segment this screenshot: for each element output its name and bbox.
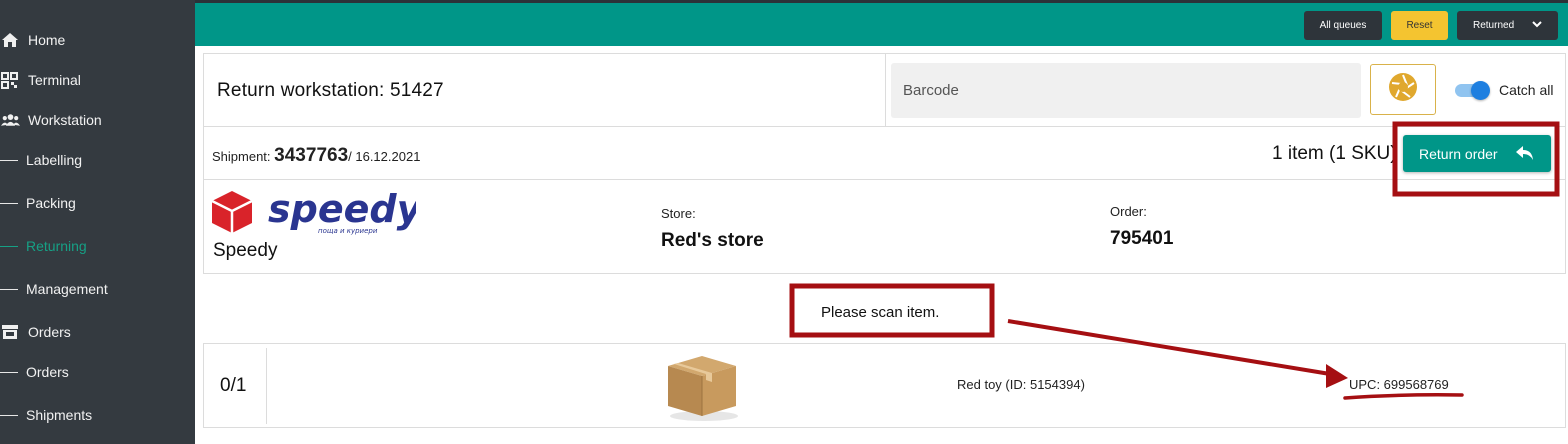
item-quantity: 0/1 <box>220 375 247 396</box>
queue-select[interactable]: Returned <box>1457 11 1558 40</box>
store-value: Red's store <box>661 230 764 251</box>
return-order-button[interactable]: Return order <box>1403 135 1551 172</box>
scan-message: Please scan item. <box>821 304 940 321</box>
reset-button[interactable]: Reset <box>1391 11 1448 40</box>
speedy-box-icon <box>211 191 253 233</box>
sidebar-item-label: Returning <box>26 238 87 254</box>
shipment-line: Shipment: 3437763/ 16.12.2021 <box>212 145 420 167</box>
sidebar-item-label: Terminal <box>28 72 81 88</box>
sidebar-item-label: Orders <box>26 364 69 380</box>
carrier-logo: speedy поща и куриери <box>210 187 424 235</box>
item-row: 0/1 Red toy (ID: 5154394) UPC: 699568769 <box>203 343 1566 428</box>
nav-dash <box>0 288 18 290</box>
package-box-icon <box>662 350 742 422</box>
sidebar-item-packing[interactable]: Packing <box>0 188 76 218</box>
card-divider <box>204 179 1565 180</box>
sidebar-item-terminal[interactable]: Terminal <box>0 65 81 95</box>
sidebar-item-home[interactable]: Home <box>0 25 65 55</box>
qr-code-icon <box>1 71 20 89</box>
shipment-card: Shipment: 3437763/ 16.12.2021 1 item (1 … <box>203 126 1566 274</box>
header-divider <box>885 54 886 126</box>
nav-dash <box>0 371 18 373</box>
store-icon <box>1 324 20 340</box>
sidebar-item-label: Packing <box>26 195 76 211</box>
order-value: 795401 <box>1110 228 1174 249</box>
carrier-name: Speedy <box>213 240 278 261</box>
queue-select-value: Returned <box>1473 20 1515 31</box>
sidebar: Home Terminal Workstation Labelling Pack… <box>0 0 195 444</box>
catch-all-label: Catch all <box>1499 82 1554 98</box>
store-label: Store: <box>661 206 696 221</box>
sidebar-item-labelling[interactable]: Labelling <box>0 145 82 175</box>
return-order-label: Return order <box>1419 145 1498 162</box>
reset-label: Reset <box>1406 20 1433 31</box>
item-upc: UPC: 699568769 <box>1349 377 1449 392</box>
sidebar-item-orders[interactable]: Orders <box>0 357 69 387</box>
camera-scan-button[interactable] <box>1370 64 1436 115</box>
sidebar-item-label: Orders <box>28 324 71 340</box>
sidebar-item-label: Labelling <box>26 152 83 168</box>
workstation-header: Return workstation: 51427 Barcode Catch … <box>203 53 1566 127</box>
shipment-date: / 16.12.2021 <box>348 149 421 164</box>
order-label: Order: <box>1110 204 1147 219</box>
sidebar-item-workstation[interactable]: Workstation <box>0 105 102 135</box>
nav-dash <box>0 159 18 161</box>
chevron-down-icon <box>1532 20 1542 31</box>
sidebar-item-shipments[interactable]: Shipments <box>0 400 92 430</box>
shipment-label: Shipment: <box>212 149 271 164</box>
shipment-number: 3437763 <box>274 145 349 166</box>
users-icon <box>1 112 20 128</box>
sidebar-item-label: Workstation <box>28 112 102 128</box>
all-queues-button[interactable]: All queues <box>1304 11 1382 40</box>
sidebar-item-returning[interactable]: Returning <box>0 231 87 261</box>
page-title: Return workstation: 51427 <box>217 80 444 101</box>
all-queues-label: All queues <box>1319 20 1367 31</box>
item-name: Red toy (ID: 5154394) <box>957 377 1085 392</box>
home-icon <box>1 32 20 48</box>
toggle-knob <box>1471 81 1490 100</box>
nav-dash <box>0 414 18 416</box>
sidebar-item-label: Home <box>28 32 66 48</box>
item-divider <box>266 348 267 424</box>
sidebar-item-orders-group[interactable]: Orders <box>0 317 71 347</box>
camera-shutter-icon <box>1388 72 1418 107</box>
reply-arrow-icon <box>1515 144 1535 165</box>
sidebar-item-label: Shipments <box>26 407 93 423</box>
catch-all-toggle[interactable] <box>1455 80 1490 100</box>
nav-dash <box>0 202 18 204</box>
sidebar-item-label: Management <box>26 281 108 297</box>
svg-text:поща и куриери: поща и куриери <box>318 227 378 235</box>
barcode-input[interactable]: Barcode <box>891 63 1361 118</box>
top-bar: All queues Reset Returned <box>195 0 1568 46</box>
sidebar-item-management[interactable]: Management <box>0 274 108 304</box>
items-count: 1 item (1 SKU) <box>1272 143 1397 164</box>
nav-dash <box>0 245 18 247</box>
svg-text:speedy: speedy <box>268 189 416 231</box>
